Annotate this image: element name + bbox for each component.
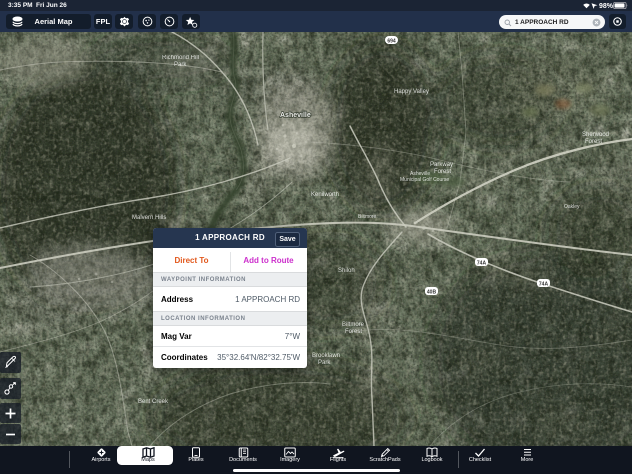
svg-text:Brooklawn: Brooklawn [312,353,340,359]
svg-text:Forest: Forest [585,139,602,145]
svg-text:Biltmore: Biltmore [342,322,365,328]
svg-text:Forest: Forest [434,169,451,175]
svg-text:Forest: Forest [345,329,362,335]
svg-text:74A: 74A [477,261,487,267]
svg-text:Park: Park [318,360,331,366]
svg-text:Park: Park [174,62,187,68]
svg-text:Parkway: Parkway [430,162,453,168]
svg-text:Sherwood: Sherwood [582,132,609,138]
svg-text:Shiloh: Shiloh [338,268,355,274]
svg-text:Asheville: Asheville [280,112,311,119]
svg-text:Richmond Hill: Richmond Hill [162,55,199,61]
svg-text:Malvern Hills: Malvern Hills [132,215,166,221]
svg-text:Kenilworth: Kenilworth [311,192,339,198]
svg-text:40B: 40B [427,290,437,296]
svg-text:Happy Valley: Happy Valley [394,89,429,95]
svg-text:Biltmore: Biltmore [358,214,377,220]
svg-text:Bent Creek: Bent Creek [138,399,169,405]
svg-text:98%: 98% [599,3,614,10]
svg-text:Oakley: Oakley [564,204,580,210]
svg-text:74A: 74A [539,282,549,288]
svg-text:Municipal Golf Course: Municipal Golf Course [400,177,449,183]
svg-text:694: 694 [387,39,396,45]
